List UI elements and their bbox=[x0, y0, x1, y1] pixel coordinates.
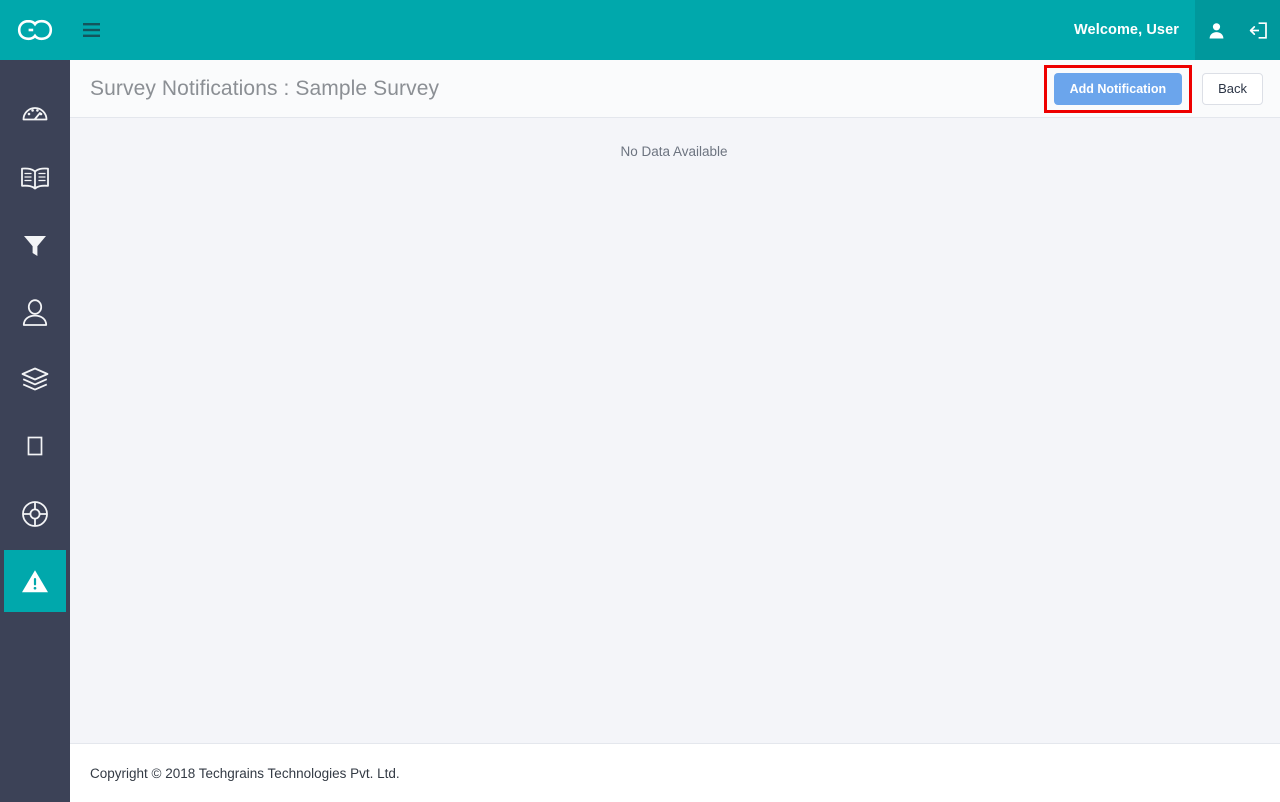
page-footer: Copyright © 2018 Techgrains Technologies… bbox=[70, 744, 1280, 802]
sidebar-item-forms-box bbox=[4, 416, 66, 478]
page-title: Survey Notifications : Sample Survey bbox=[90, 76, 440, 100]
open-book-icon bbox=[21, 167, 49, 190]
logout-button[interactable] bbox=[1242, 0, 1276, 60]
user-icon bbox=[22, 299, 48, 326]
sidebar-item-users[interactable] bbox=[0, 283, 70, 343]
sidebar-item-forms[interactable] bbox=[0, 417, 70, 477]
welcome-message: Welcome, User bbox=[1074, 22, 1179, 38]
user-profile-icon bbox=[1209, 22, 1224, 38]
page-header: Survey Notifications : Sample Survey Add… bbox=[70, 60, 1280, 118]
hamburger-menu-icon bbox=[82, 23, 100, 37]
sidebar-item-notifications-box bbox=[4, 550, 66, 612]
top-navigation-bar: Welcome, User bbox=[0, 0, 1280, 60]
filter-funnel-icon bbox=[24, 236, 46, 256]
main-area: Survey Notifications : Sample Survey Add… bbox=[70, 60, 1280, 802]
sidebar-item-support-box bbox=[4, 483, 66, 545]
empty-state-message: No Data Available bbox=[620, 144, 728, 159]
sidebar-item-dashboard[interactable] bbox=[0, 82, 70, 142]
sidebar-toggle-button[interactable] bbox=[70, 0, 112, 60]
content-panel: No Data Available bbox=[70, 118, 1280, 744]
sidebar-item-notifications[interactable] bbox=[0, 550, 70, 612]
sidebar-item-filters-box bbox=[4, 215, 66, 277]
back-button[interactable]: Back bbox=[1202, 72, 1263, 105]
sidebar-navigation bbox=[0, 60, 70, 802]
logout-icon bbox=[1250, 21, 1268, 39]
sidebar-item-dashboard-box bbox=[4, 81, 66, 143]
profile-button[interactable] bbox=[1199, 0, 1233, 60]
topbar-action-group bbox=[1195, 0, 1280, 60]
sidebar-item-layers[interactable] bbox=[0, 350, 70, 410]
sidebar-item-support[interactable] bbox=[0, 484, 70, 544]
sidebar-item-library[interactable] bbox=[0, 149, 70, 209]
sidebar-item-layers-box bbox=[4, 349, 66, 411]
add-notification-highlight: Add Notification bbox=[1043, 64, 1193, 113]
go-logo-icon bbox=[17, 19, 53, 41]
square-box-icon bbox=[27, 436, 43, 456]
sidebar-item-filters[interactable] bbox=[0, 216, 70, 276]
app-logo[interactable] bbox=[0, 0, 70, 60]
add-notification-button[interactable]: Add Notification bbox=[1053, 72, 1183, 105]
dashboard-gauge-icon bbox=[22, 107, 48, 121]
layers-icon bbox=[21, 367, 49, 391]
sidebar-item-library-box bbox=[4, 148, 66, 210]
lifebuoy-support-icon bbox=[22, 501, 48, 527]
sidebar-item-users-box bbox=[4, 282, 66, 344]
application-window: Welcome, User Survey Notifications: Sam… bbox=[0, 0, 1280, 802]
warning-triangle-icon bbox=[22, 570, 48, 593]
copyright-text: Copyright © 2018 Techgrains Technologies… bbox=[90, 765, 400, 781]
